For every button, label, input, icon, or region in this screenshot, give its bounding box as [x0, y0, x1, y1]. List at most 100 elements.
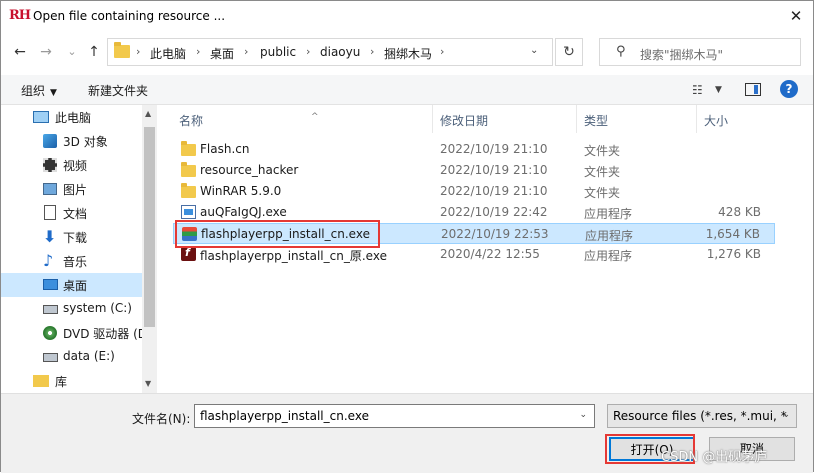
picture-icon — [43, 183, 57, 195]
sidebar-item-desktop[interactable]: 桌面 — [1, 273, 142, 297]
view-options-icon[interactable]: ☷ — [692, 83, 703, 97]
sidebar-item-label: system (C:) — [63, 301, 132, 315]
sidebar-item-label: 图片 — [63, 183, 88, 197]
organize-label: 组织 — [21, 84, 46, 98]
sidebar-item-label: 下载 — [63, 231, 88, 245]
file-name: Flash.cn — [200, 142, 250, 156]
preview-pane-icon[interactable] — [745, 83, 761, 96]
navigation-pane: 此电脑 3D 对象 视频 图片 文档 ⬇ 下载 ♪ 音乐 桌面 system (… — [1, 105, 159, 393]
organize-menu[interactable]: 组织 ▼ — [21, 82, 57, 99]
file-row[interactable]: Flash.cn 2022/10/19 21:10 文件夹 — [173, 139, 775, 160]
file-date: 2022/10/19 21:10 — [440, 163, 548, 177]
refresh-button[interactable]: ↻ — [555, 38, 583, 66]
close-button[interactable]: ✕ — [785, 5, 807, 27]
sidebar-item-label: 文档 — [63, 207, 88, 221]
sidebar-item-label: data (E:) — [63, 349, 115, 363]
sidebar-item-pictures[interactable]: 图片 — [1, 177, 142, 201]
column-header-type[interactable]: 类型 — [577, 105, 697, 133]
drive-icon — [43, 353, 58, 362]
exe-icon — [181, 205, 196, 219]
search-icon: ⚲ — [616, 44, 626, 59]
scroll-down-icon[interactable]: ▼ — [145, 379, 151, 388]
computer-icon — [33, 111, 49, 123]
file-list: ^ 名称 修改日期 类型 大小 Flash.cn 2022/10/19 21:1… — [161, 105, 813, 393]
file-type: 文件夹 — [584, 186, 621, 200]
view-dropdown-chevron-icon[interactable]: ▼ — [715, 85, 722, 95]
folder-icon — [181, 162, 196, 177]
file-row-selected[interactable]: flashplayerpp_install_cn.exe 2022/10/19 … — [173, 223, 775, 244]
breadcrumb-separator: › — [370, 45, 375, 58]
up-arrow-icon[interactable]: ↑ — [85, 42, 103, 62]
new-folder-button[interactable]: 新建文件夹 — [88, 82, 148, 99]
open-file-dialog: RH Open file containing resource ... ✕ ←… — [0, 0, 814, 473]
breadcrumb-separator: › — [244, 45, 249, 58]
forward-arrow-icon[interactable]: → — [37, 42, 55, 62]
filename-input[interactable]: flashplayerpp_install_cn.exe ⌄ — [194, 404, 595, 428]
breadcrumb-separator: › — [440, 45, 445, 58]
column-header-size[interactable]: 大小 — [697, 105, 775, 133]
sidebar-item-label: 视频 — [63, 159, 88, 173]
file-row[interactable]: auQFaIgQJ.exe 2022/10/19 22:42 应用程序 428 … — [173, 202, 775, 223]
sidebar-item-documents[interactable]: 文档 — [1, 201, 142, 225]
file-date: 2022/10/19 21:10 — [440, 184, 548, 198]
column-header-label: 大小 — [704, 114, 729, 128]
sidebar-scrollbar[interactable]: ▲ ▼ — [142, 105, 157, 393]
sidebar-item-label: 桌面 — [63, 279, 88, 293]
search-box[interactable]: ⚲ 搜索"捆绑木马" — [599, 38, 801, 66]
filter-value: Resource files (*.res, *.mui, * — [613, 409, 787, 423]
sidebar-item-downloads[interactable]: ⬇ 下载 — [1, 225, 142, 249]
column-header-name[interactable]: ^ 名称 — [171, 105, 433, 133]
breadcrumb-item[interactable]: 桌面 — [210, 45, 234, 62]
column-header-label: 类型 — [584, 114, 609, 128]
flash-installer-icon — [182, 227, 197, 241]
dvd-icon — [43, 326, 57, 340]
file-name: resource_hacker — [200, 163, 299, 177]
scrollbar-thumb[interactable] — [144, 127, 155, 327]
video-icon — [43, 158, 57, 172]
file-type: 应用程序 — [585, 229, 634, 243]
file-date: 2020/4/22 12:55 — [440, 247, 540, 261]
file-row[interactable]: resource_hacker 2022/10/19 21:10 文件夹 — [173, 160, 775, 181]
file-type: 应用程序 — [584, 249, 633, 263]
file-type: 文件夹 — [584, 144, 621, 158]
back-arrow-icon[interactable]: ← — [11, 42, 29, 62]
file-date: 2022/10/19 22:53 — [441, 227, 549, 241]
address-bar[interactable]: › 此电脑 › 桌面 › public › diaoyu › 捆绑木马 › ⌄ — [107, 38, 553, 66]
window-title: Open file containing resource ... — [33, 9, 226, 23]
chevron-down-icon: ⌄ — [782, 410, 790, 420]
help-icon[interactable]: ? — [780, 80, 798, 98]
column-header-date[interactable]: 修改日期 — [433, 105, 577, 133]
breadcrumb-separator: › — [136, 45, 141, 58]
file-row[interactable]: flashplayerpp_install_cn_原.exe 2020/4/22… — [173, 244, 775, 265]
recent-locations-chevron-icon[interactable]: ⌄ — [63, 42, 81, 62]
sidebar-item-videos[interactable]: 视频 — [1, 153, 142, 177]
cube-icon — [43, 134, 57, 148]
scroll-up-icon[interactable]: ▲ — [145, 109, 151, 118]
file-name: flashplayerpp_install_cn_原.exe — [200, 249, 387, 263]
sidebar-item-dvd-drive[interactable]: DVD 驱动器 (D — [1, 321, 147, 345]
library-icon — [33, 375, 49, 387]
sidebar-item-label: 库 — [55, 375, 68, 389]
sidebar-item-data-e[interactable]: data (E:) — [1, 345, 142, 369]
file-type-filter-select[interactable]: Resource files (*.res, *.mui, * ⌄ — [607, 404, 797, 428]
folder-icon — [181, 183, 196, 198]
sidebar-item-libraries[interactable]: 库 — [1, 369, 142, 393]
sidebar-item-this-pc[interactable]: 此电脑 — [1, 105, 142, 129]
file-row[interactable]: WinRAR 5.9.0 2022/10/19 21:10 文件夹 — [173, 181, 775, 202]
sidebar-item-music[interactable]: ♪ 音乐 — [1, 249, 142, 273]
breadcrumb-item[interactable]: diaoyu — [320, 45, 360, 59]
desktop-icon — [43, 279, 58, 290]
chevron-down-icon[interactable]: ⌄ — [579, 410, 587, 420]
sidebar-item-label: 3D 对象 — [63, 135, 108, 149]
file-name: WinRAR 5.9.0 — [200, 184, 282, 198]
file-date: 2022/10/19 21:10 — [440, 142, 548, 156]
breadcrumb-item[interactable]: public — [260, 45, 296, 59]
address-dropdown-chevron-icon[interactable]: ⌄ — [530, 45, 538, 56]
drive-icon — [43, 305, 58, 314]
sidebar-item-system-c[interactable]: system (C:) — [1, 297, 142, 321]
file-type: 应用程序 — [584, 207, 633, 221]
breadcrumb-item[interactable]: 捆绑木马 — [384, 45, 432, 62]
breadcrumb-item[interactable]: 此电脑 — [150, 45, 186, 62]
sidebar-item-3d-objects[interactable]: 3D 对象 — [1, 129, 142, 153]
filename-label: 文件名(N): — [132, 412, 191, 426]
